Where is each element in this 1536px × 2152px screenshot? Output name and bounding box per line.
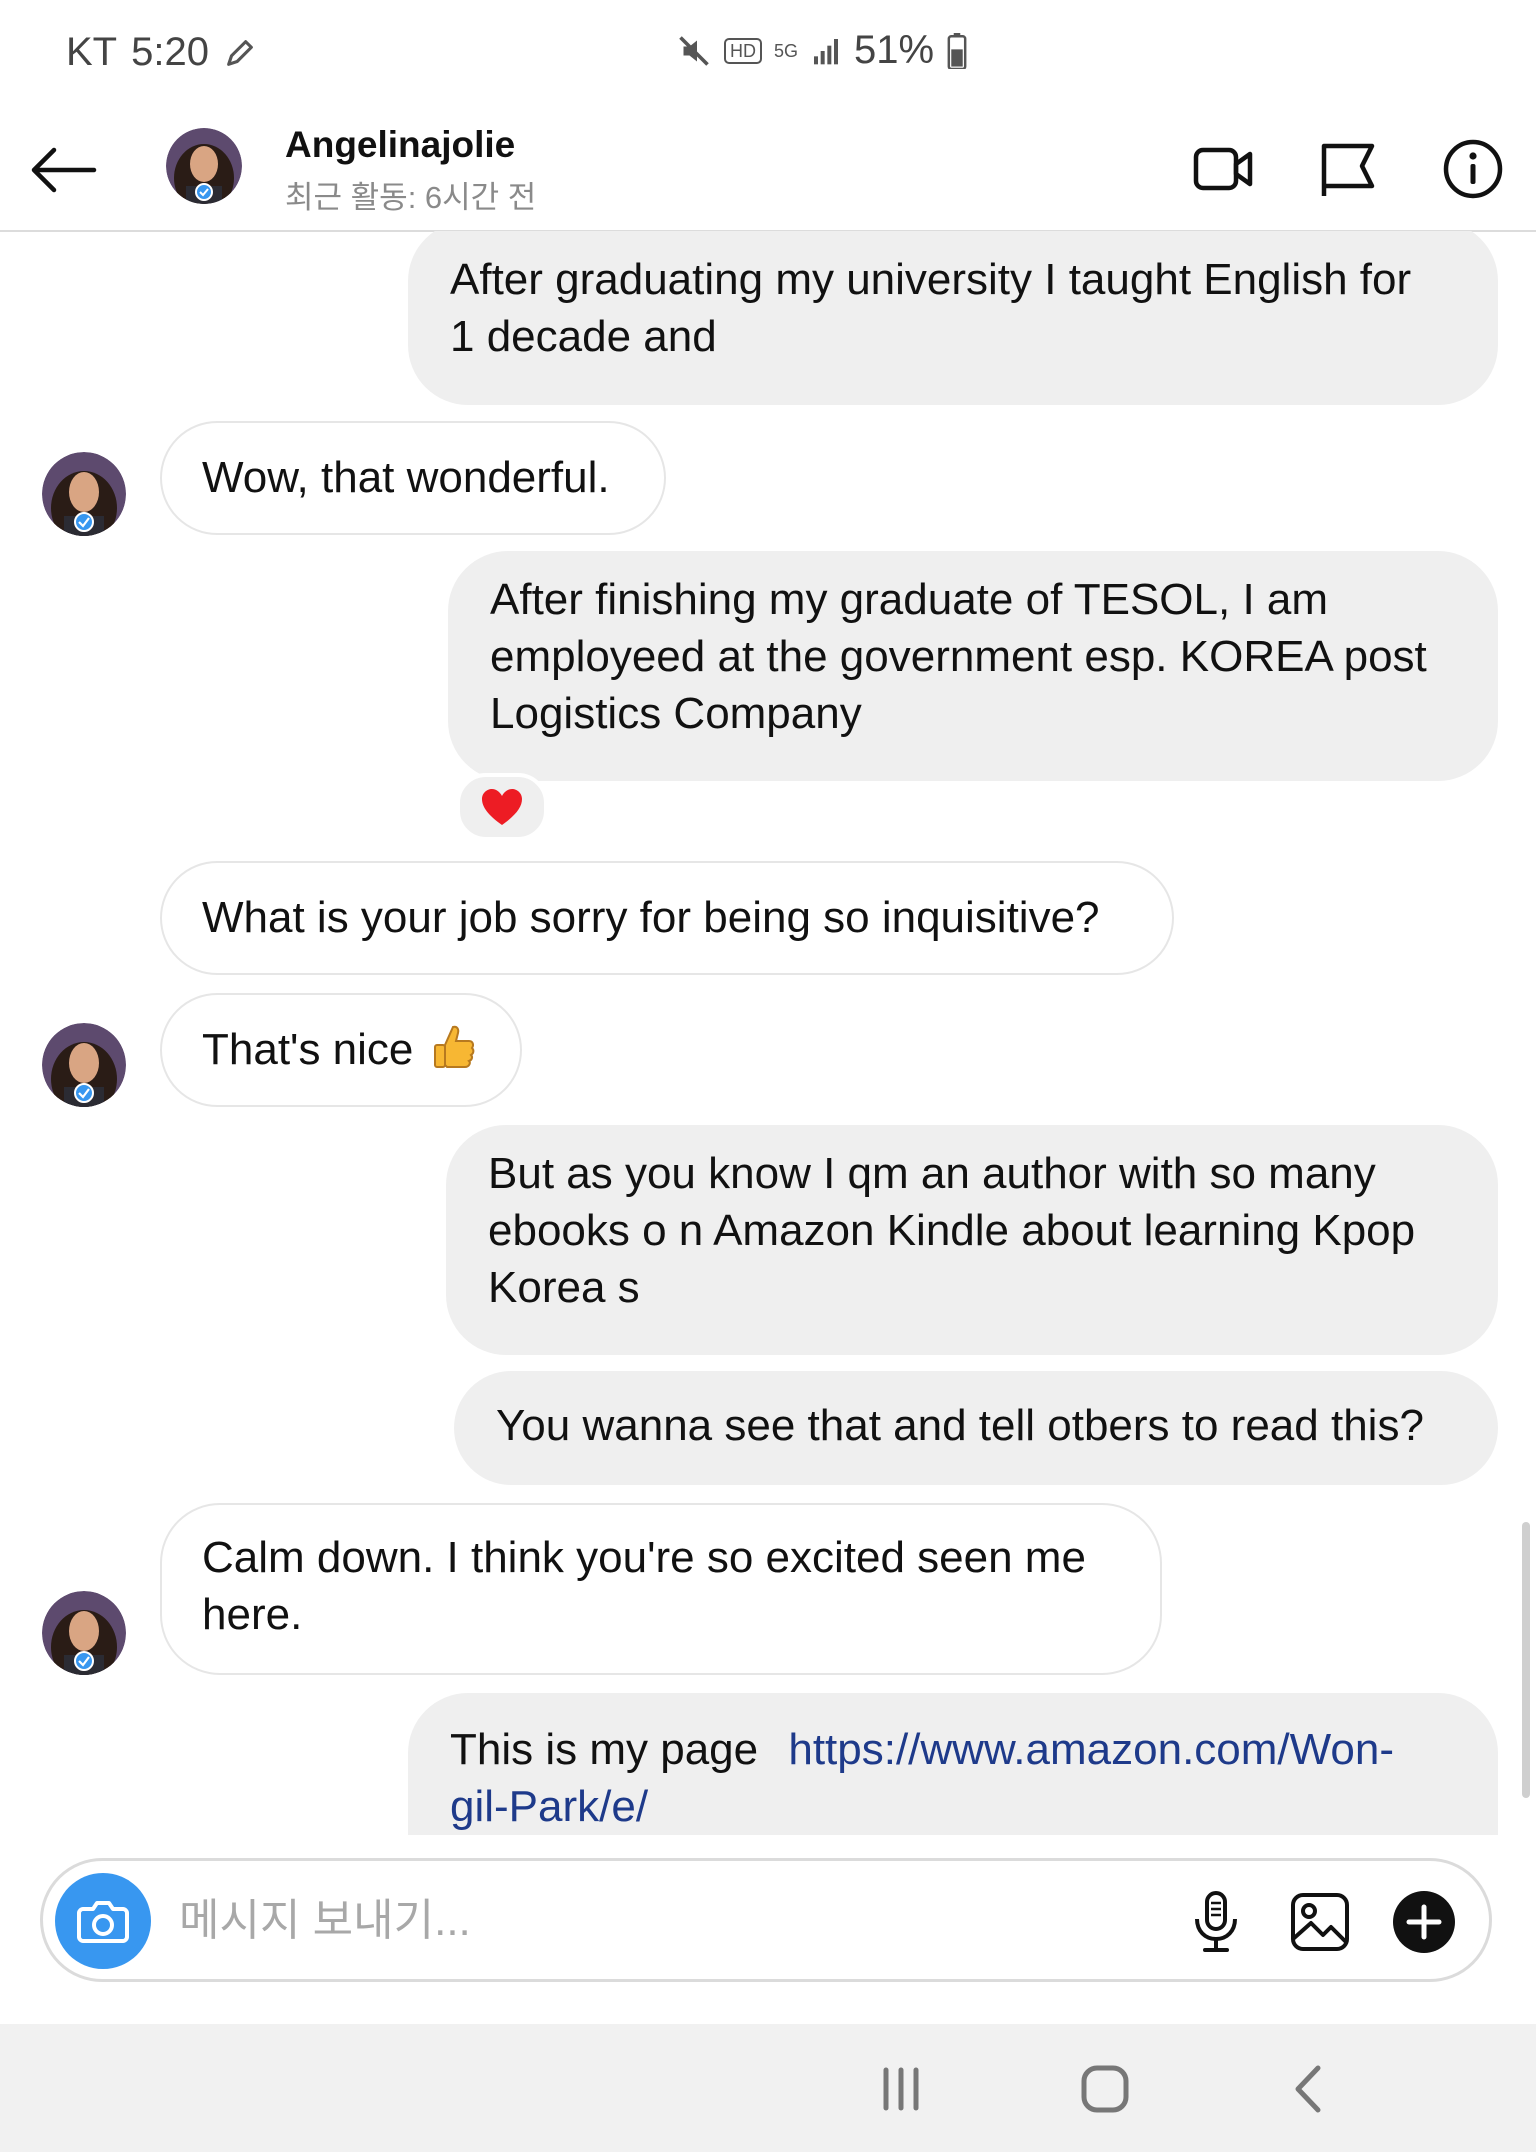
message-text: employeed at the government esp. KOREA p…: [490, 632, 1427, 681]
camera-icon: [77, 1901, 129, 1943]
message-input[interactable]: [177, 1889, 881, 1953]
clock: 5:20: [131, 30, 209, 74]
message-text: This is my page: [450, 1725, 759, 1774]
message-text: 1 decade and: [450, 312, 717, 361]
message-text: But as you know I qm an author with so m…: [488, 1149, 1376, 1198]
network-type: 5G: [774, 40, 799, 61]
outgoing-message-bubble[interactable]: After finishing my graduate of TESOL, I …: [448, 551, 1498, 781]
message-text: Korea s: [488, 1263, 640, 1312]
incoming-message-bubble[interactable]: Calm down. I think you're so excited see…: [160, 1503, 1162, 1675]
last-active-status: 최근 활동: 6시간 전: [285, 180, 537, 215]
contact-name[interactable]: Angelinajolie: [285, 124, 515, 166]
chat-header: Angelinajolie 최근 활동: 6시간 전: [0, 108, 1536, 232]
message-text: Wow, that wonderful.: [202, 453, 610, 502]
home-icon[interactable]: [1070, 2054, 1140, 2124]
incoming-message-bubble[interactable]: Wow, that wonderful.: [160, 421, 666, 535]
pencil-icon: [227, 39, 253, 66]
scrollbar-thumb[interactable]: [1522, 1522, 1530, 1798]
message-text: What is your job sorry for being so inqu…: [202, 893, 1100, 942]
outgoing-message-bubble[interactable]: After graduating my university I taught …: [408, 231, 1498, 405]
message-text: You wanna see that and tell otbers to re…: [496, 1401, 1424, 1450]
recent-apps-icon[interactable]: [866, 2054, 936, 2124]
incoming-message-bubble[interactable]: That's nice: [160, 993, 522, 1107]
info-icon[interactable]: [1440, 136, 1506, 202]
plus-circle-icon[interactable]: [1391, 1889, 1457, 1955]
system-navigation-bar: [0, 2024, 1536, 2152]
thumbs-up-icon: [434, 1025, 475, 1068]
message-text: After finishing my graduate of TESOL, I …: [490, 575, 1329, 624]
hd-badge: HD: [724, 37, 762, 64]
sender-avatar[interactable]: [42, 452, 126, 536]
status-bar: KT 5:20 HD 5G 51%: [0, 0, 1536, 108]
sender-avatar[interactable]: [42, 1023, 126, 1107]
nav-back-icon[interactable]: [1274, 2054, 1344, 2124]
heart-reaction[interactable]: [456, 773, 548, 841]
gallery-icon[interactable]: [1287, 1889, 1353, 1955]
microphone-icon[interactable]: [1183, 1889, 1249, 1955]
outgoing-message-bubble[interactable]: You wanna see that and tell otbers to re…: [454, 1371, 1498, 1485]
battery-percent: 51%: [854, 28, 935, 72]
sender-avatar[interactable]: [42, 1591, 126, 1675]
camera-button[interactable]: [55, 1873, 151, 1969]
message-text: Logistics Company: [490, 689, 862, 738]
message-text: That's nice: [202, 1025, 414, 1074]
outgoing-message-bubble[interactable]: This is my page https://www.amazon.com/W…: [408, 1693, 1498, 1835]
status-left: KT 5:20: [66, 30, 257, 75]
message-text: here.: [202, 1590, 303, 1639]
battery-icon: [947, 32, 967, 69]
outgoing-message-bubble[interactable]: But as you know I qm an author with so m…: [446, 1125, 1498, 1355]
incoming-message-bubble[interactable]: What is your job sorry for being so inqu…: [160, 861, 1174, 975]
back-arrow-icon[interactable]: [28, 144, 98, 196]
header-avatar[interactable]: [166, 128, 242, 204]
status-right: HD 5G 51%: [676, 28, 968, 73]
message-composer: [40, 1858, 1492, 1982]
carrier-label: KT: [66, 30, 118, 74]
flag-icon[interactable]: [1314, 136, 1380, 202]
video-call-icon[interactable]: [1190, 136, 1256, 202]
message-text: ebooks o n Amazon Kindle about learning …: [488, 1206, 1416, 1255]
message-text: After graduating my university I taught …: [450, 255, 1412, 304]
heart-icon: [482, 789, 522, 825]
signal-icon: [814, 38, 839, 64]
amazon-link-continued[interactable]: gil-Park/e/: [450, 1778, 1456, 1835]
mute-icon: [679, 35, 709, 66]
message-thread[interactable]: After graduating my university I taught …: [0, 231, 1536, 1835]
message-text: Calm down. I think you're so excited see…: [202, 1533, 1086, 1582]
amazon-link[interactable]: https://www.amazon.com/Won-: [788, 1725, 1394, 1774]
